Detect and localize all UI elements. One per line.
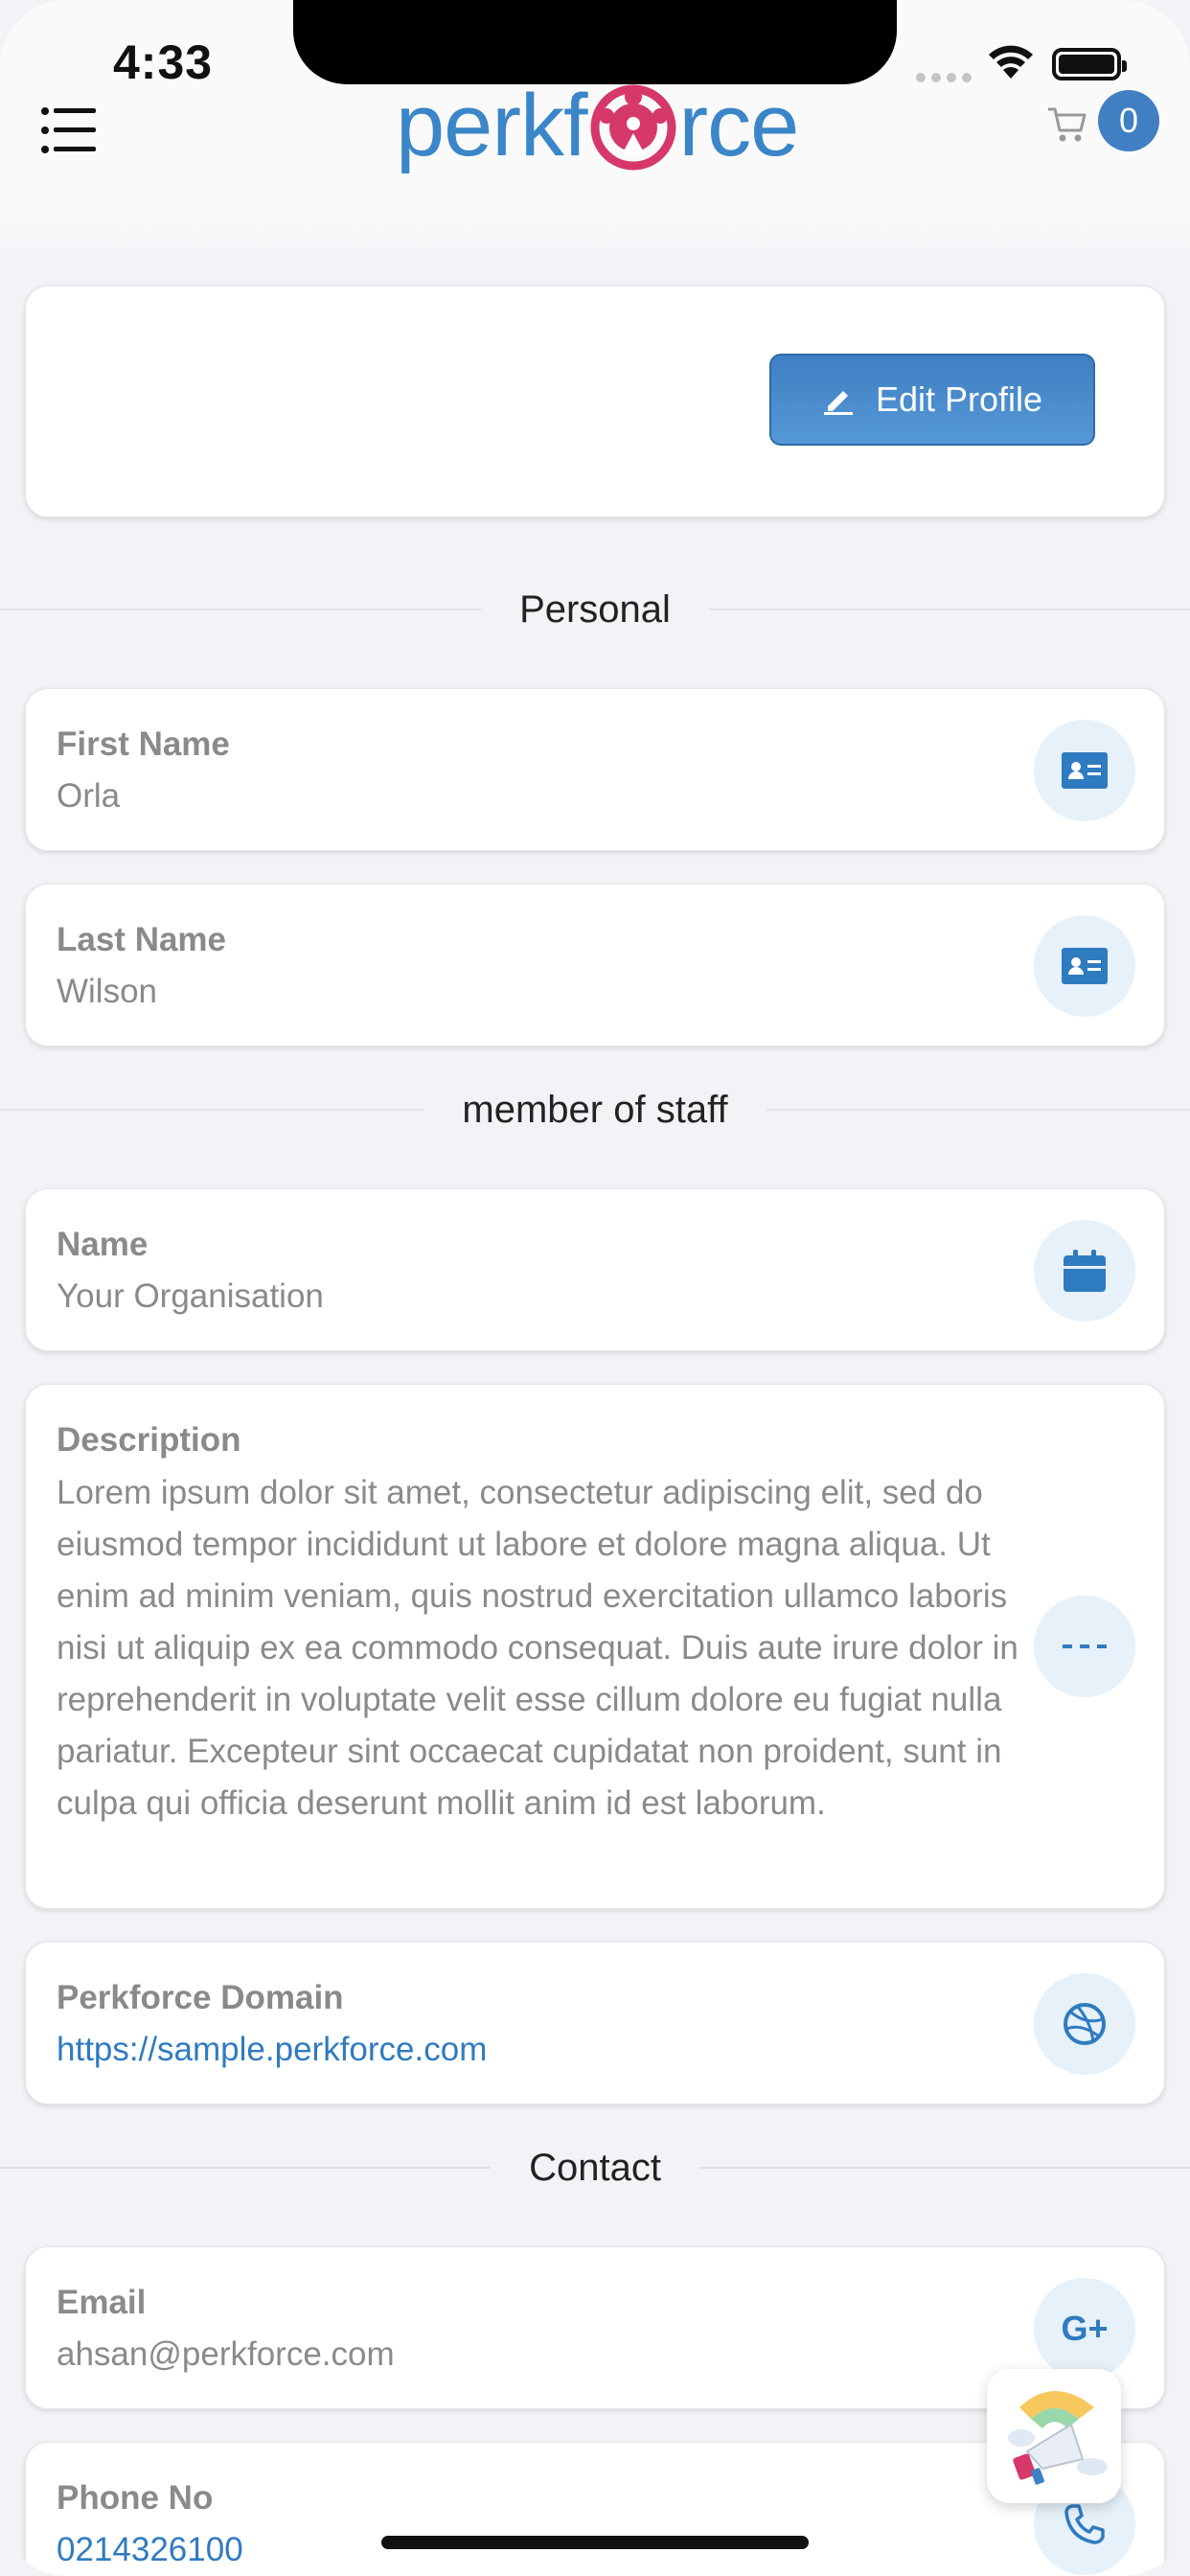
- pencil-icon: [823, 391, 853, 415]
- last-name-card[interactable]: Last Name Wilson: [25, 884, 1165, 1046]
- domain-card[interactable]: Perkforce Domain https://sample.perkforc…: [25, 1942, 1165, 2104]
- section-personal: Personal: [0, 586, 1190, 633]
- id-card-icon: [1034, 915, 1135, 1017]
- google-plus-icon: G+: [1034, 2278, 1135, 2380]
- phone-label: Phone No: [57, 2479, 214, 2517]
- description-label: Description: [57, 1421, 241, 1459]
- calendar-icon: [1034, 1220, 1135, 1322]
- logo-mark-icon: [590, 84, 676, 171]
- section-personal-title: Personal: [519, 587, 671, 631]
- first-name-card[interactable]: First Name Orla: [25, 688, 1165, 851]
- logo-text-left: perkf: [396, 76, 588, 174]
- edit-profile-label: Edit Profile: [875, 380, 1043, 419]
- edit-profile-button[interactable]: Edit Profile: [769, 354, 1095, 446]
- dashes-icon: [1034, 1596, 1135, 1697]
- org-name-value: Your Organisation: [57, 1277, 324, 1315]
- email-label: Email: [57, 2284, 147, 2321]
- signal-icon: [916, 73, 972, 82]
- status-bar: 4:33: [0, 0, 1190, 96]
- profile-card: Edit Profile: [25, 286, 1165, 518]
- domain-link[interactable]: https://sample.perkforce.com: [57, 2031, 487, 2069]
- first-name-label: First Name: [57, 725, 230, 763]
- notch: [293, 0, 897, 84]
- logo-text-right: rce: [678, 76, 800, 174]
- section-contact-title: Contact: [529, 2146, 661, 2189]
- status-time: 4:33: [113, 35, 214, 89]
- app-screen: 4:33 perkf rce 0 Edit Profile Personal F…: [0, 0, 1190, 2576]
- email-value: ahsan@perkforce.com: [57, 2335, 395, 2373]
- id-card-icon: [1034, 720, 1135, 821]
- first-name-value: Orla: [57, 777, 121, 815]
- last-name-label: Last Name: [57, 921, 227, 958]
- section-staff: member of staff: [0, 1086, 1190, 1134]
- org-name-label: Name: [57, 1226, 149, 1263]
- wifi-icon: [989, 45, 1033, 79]
- phone-link[interactable]: 0214326100: [57, 2531, 243, 2569]
- menu-icon[interactable]: [40, 105, 98, 155]
- megaphone-icon: [1008, 2391, 1108, 2485]
- app-header: perkf rce 0: [0, 77, 1190, 261]
- section-staff-title: member of staff: [462, 1088, 728, 1131]
- section-contact: Contact: [0, 2144, 1190, 2192]
- description-card[interactable]: Description Lorem ipsum dolor sit amet, …: [25, 1384, 1165, 1909]
- dribbble-icon: [1034, 1973, 1135, 2075]
- perkforce-logo[interactable]: perkf rce: [396, 77, 799, 174]
- description-value: Lorem ipsum dolor sit amet, consectetur …: [57, 1474, 1018, 1822]
- announcement-button[interactable]: [987, 2369, 1121, 2503]
- home-indicator: [381, 2536, 809, 2549]
- domain-label: Perkforce Domain: [57, 1979, 344, 2016]
- battery-icon: [1052, 48, 1127, 80]
- cart-icon[interactable]: [1046, 105, 1088, 144]
- org-name-card[interactable]: Name Your Organisation: [25, 1188, 1165, 1351]
- last-name-value: Wilson: [57, 973, 158, 1010]
- cart-count-badge[interactable]: 0: [1098, 90, 1159, 151]
